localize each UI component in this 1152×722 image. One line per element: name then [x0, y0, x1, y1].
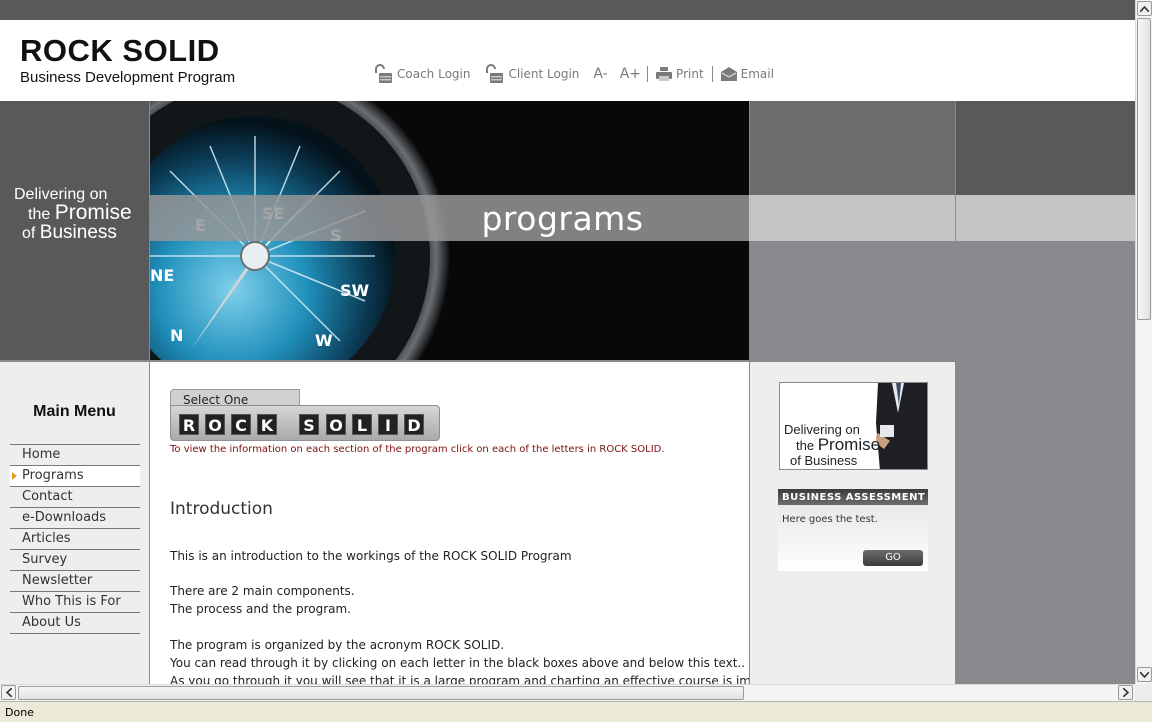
- banner-tagline-panel: Delivering on the Promise of Business: [0, 101, 149, 360]
- main-content: Select One R O C K S O L I D To view the…: [150, 362, 749, 684]
- chevron-down-icon: [1140, 671, 1149, 678]
- tagline-of: of: [22, 225, 36, 242]
- promise-promo-banner[interactable]: Delivering on the Promise of Business: [779, 382, 928, 470]
- letter-i-button[interactable]: I: [378, 414, 398, 435]
- status-bar: Done: [0, 701, 1152, 722]
- top-bar: [0, 0, 1135, 20]
- main-menu-title: Main Menu: [33, 403, 116, 420]
- menu-item-contact[interactable]: Contact: [10, 487, 140, 508]
- client-login-link[interactable]: Client Login: [484, 64, 579, 84]
- tagline-business: Business: [39, 222, 117, 243]
- promo-tagline: Delivering on the Promise of Business: [784, 422, 880, 468]
- svg-text:SW: SW: [340, 281, 370, 300]
- sidebar: Main Menu Home Programs Contact e-Downlo…: [0, 362, 149, 684]
- site-header: ROCK SOLID Business Development Program …: [0, 20, 1135, 101]
- email-link[interactable]: Email: [720, 67, 774, 81]
- rock-solid-selector: Select One R O C K S O L I D: [170, 389, 440, 443]
- coach-login-label: Coach Login: [397, 67, 471, 81]
- assessment-heading: BUSINESS ASSESSMENT: [778, 489, 928, 505]
- letter-s-button[interactable]: S: [299, 414, 319, 435]
- selector-hint: To view the information on each section …: [170, 444, 665, 455]
- intro-heading: Introduction: [170, 499, 273, 519]
- intro-paragraph: There are 2 main components.: [170, 584, 355, 598]
- letter-c-button[interactable]: C: [231, 414, 251, 435]
- banner-right-panel-top: [750, 101, 955, 195]
- print-label: Print: [676, 67, 704, 81]
- letter-o2-button[interactable]: O: [326, 414, 346, 435]
- client-login-label: Client Login: [508, 67, 580, 81]
- padlock-icon: [486, 64, 504, 83]
- envelope-icon: [720, 67, 737, 81]
- logo-title[interactable]: ROCK SOLID: [20, 33, 220, 69]
- intro-paragraph: You can read through it by clicking on e…: [170, 656, 746, 670]
- promo-business: Business: [804, 453, 858, 468]
- logo-subtitle: Business Development Program: [20, 69, 236, 86]
- menu-item-survey[interactable]: Survey: [10, 550, 140, 571]
- svg-text:N: N: [170, 326, 183, 345]
- promo-promise: Promise: [817, 435, 881, 454]
- horizontal-scrollbar[interactable]: [0, 684, 1135, 701]
- printer-icon: [656, 67, 673, 81]
- letter-o-button[interactable]: O: [205, 414, 225, 435]
- assessment-text: Here goes the test.: [782, 514, 878, 525]
- menu-item-who-this-is-for[interactable]: Who This is For: [10, 592, 140, 613]
- font-increase-button[interactable]: A+: [620, 66, 641, 82]
- business-assessment-widget: BUSINESS ASSESSMENT Here goes the test. …: [778, 489, 928, 571]
- scrollbar-corner: [1135, 684, 1152, 701]
- padlock-icon: [375, 64, 392, 83]
- menu-item-newsletter[interactable]: Newsletter: [10, 571, 140, 592]
- page-title: programs: [481, 199, 644, 238]
- chevron-right-icon: [1122, 688, 1129, 697]
- tagline-line3: of Business: [14, 222, 132, 243]
- chevron-up-icon: [1140, 5, 1149, 12]
- print-link[interactable]: Print: [656, 67, 704, 81]
- banner-far-right-panel-top: [956, 101, 1135, 195]
- horizontal-scroll-thumb[interactable]: [18, 686, 744, 700]
- banner-strip-far-right: [956, 195, 1135, 241]
- promo-line2: the Promise: [784, 435, 881, 454]
- promo-line3: of Business: [784, 453, 880, 468]
- tagline-the: the: [28, 206, 51, 223]
- tagline-line2: the Promise: [14, 201, 132, 224]
- go-button[interactable]: GO: [863, 550, 923, 566]
- scroll-left-button[interactable]: [1, 685, 16, 700]
- menu-item-articles[interactable]: Articles: [10, 529, 140, 550]
- scroll-up-button[interactable]: [1137, 1, 1152, 16]
- vertical-scroll-thumb[interactable]: [1137, 18, 1151, 320]
- main-menu: Home Programs Contact e-Downloads Articl…: [10, 444, 140, 634]
- banner-tagline: Delivering on the Promise of Business: [14, 186, 132, 243]
- intro-paragraph: The process and the program.: [170, 602, 351, 616]
- email-label: Email: [740, 67, 774, 81]
- promo-the: the: [796, 438, 815, 453]
- right-column: Delivering on the Promise of Business BU…: [750, 362, 955, 684]
- menu-item-e-downloads[interactable]: e-Downloads: [10, 508, 140, 529]
- letter-bar: R O C K S O L I D: [170, 405, 440, 441]
- coach-login-link[interactable]: Coach Login: [373, 64, 470, 84]
- intro-paragraph: The program is organized by the acronym …: [170, 638, 505, 652]
- status-text: Done: [5, 706, 34, 719]
- letter-k-button[interactable]: K: [257, 414, 277, 435]
- letter-l-button[interactable]: L: [352, 414, 372, 435]
- chevron-left-icon: [5, 688, 12, 697]
- letter-r-button[interactable]: R: [179, 414, 199, 435]
- page-viewport: ROCK SOLID Business Development Program …: [0, 0, 1135, 684]
- svg-text:NE: NE: [150, 266, 174, 285]
- vertical-scrollbar[interactable]: [1135, 0, 1152, 684]
- scroll-down-button[interactable]: [1137, 667, 1152, 682]
- promo-of: of: [790, 453, 801, 468]
- toolbar-divider: [711, 66, 713, 82]
- font-decrease-button[interactable]: A-: [593, 66, 607, 82]
- toolbar-divider: [647, 66, 649, 82]
- tagline-promise: Promise: [54, 201, 132, 224]
- menu-item-about-us[interactable]: About Us: [10, 613, 140, 634]
- letter-d-button[interactable]: D: [404, 414, 424, 435]
- scroll-right-button[interactable]: [1118, 685, 1133, 700]
- menu-item-home[interactable]: Home: [10, 445, 140, 466]
- menu-item-programs[interactable]: Programs: [10, 466, 140, 487]
- svg-text:W: W: [315, 331, 333, 350]
- utility-toolbar: Coach Login Client Login A- A+ Print Ema…: [373, 62, 788, 86]
- intro-paragraph: As you go through it you will see that i…: [170, 674, 749, 684]
- intro-paragraph: This is an introduction to the workings …: [170, 549, 572, 563]
